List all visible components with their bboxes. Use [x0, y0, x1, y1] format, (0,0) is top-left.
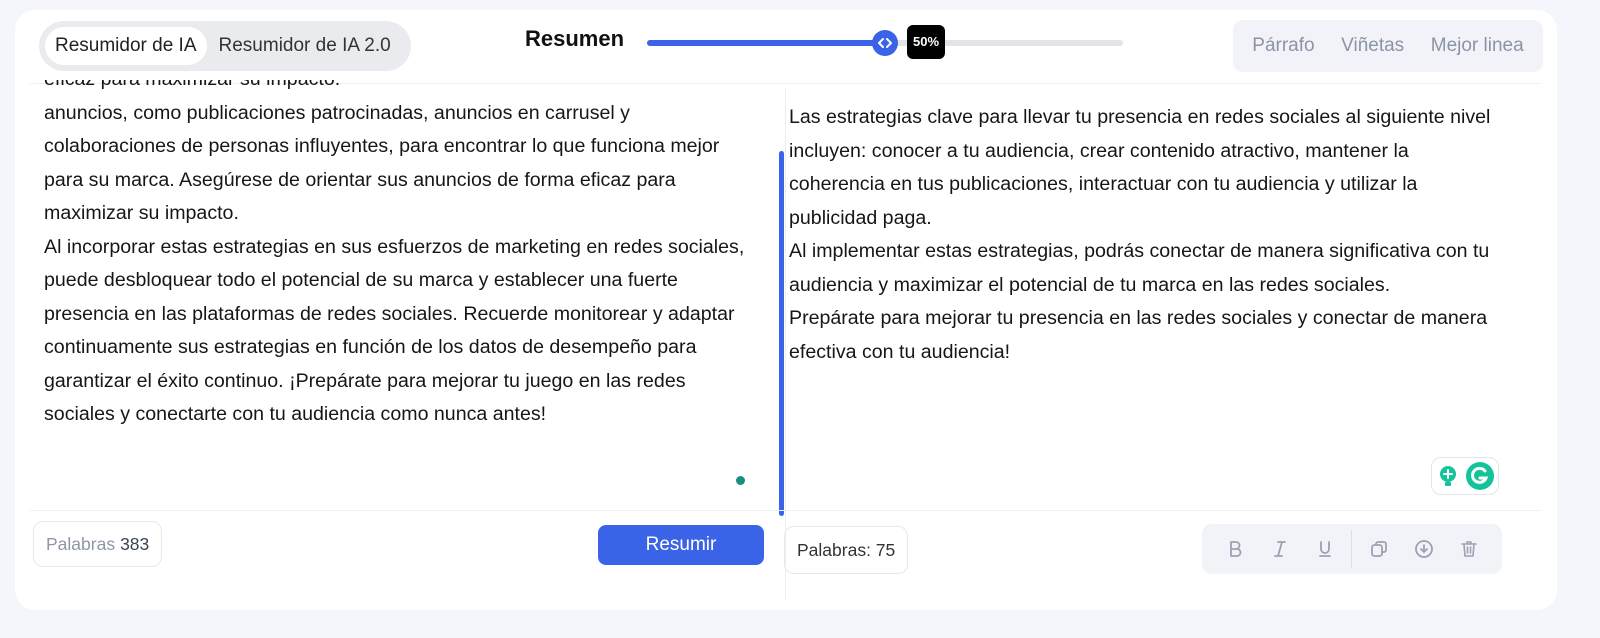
format-option-best-line[interactable]: Mejor linea — [1431, 35, 1524, 57]
download-icon[interactable] — [1401, 529, 1446, 569]
mode-option-ai-summarizer[interactable]: Resumidor de IA — [45, 27, 207, 65]
summary-paragraph: Al implementar estas estrategias, podrás… — [789, 240, 1490, 296]
summarize-button[interactable]: Resumir — [598, 525, 764, 565]
input-paragraph: eficaz para maximizar su impacto. — [44, 80, 758, 97]
grammarly-status-dot[interactable] — [736, 476, 745, 485]
lightbulb-icon[interactable] — [1435, 463, 1461, 489]
input-text-area[interactable]: eficaz para maximizar su impacto. anunci… — [44, 80, 758, 505]
word-count-value: 383 — [120, 533, 150, 554]
summary-paragraph: Las estrategias clave para llevar tu pre… — [789, 106, 1491, 229]
format-option-bullets[interactable]: Viñetas — [1341, 35, 1404, 57]
italic-icon[interactable] — [1257, 529, 1302, 569]
input-scrollbar[interactable] — [779, 151, 784, 516]
input-paragraph: anuncios, como publicaciones patrocinada… — [44, 101, 720, 225]
summary-paragraph: Prepárate para mejorar tu presencia en l… — [789, 307, 1488, 363]
delete-icon[interactable] — [1446, 529, 1491, 569]
pane-divider — [785, 88, 786, 600]
format-toggle: Párrafo Viñetas Mejor linea — [1233, 20, 1543, 72]
output-word-count: Palabras: 75 — [784, 526, 909, 574]
slider-value-tooltip: 50% — [907, 25, 946, 59]
footer-divider — [29, 510, 1541, 511]
grammarly-icon[interactable] — [1465, 461, 1495, 491]
summarizer-card: Resumidor de IA Resumidor de IA 2.0 Resu… — [15, 10, 1557, 610]
copy-icon[interactable] — [1356, 529, 1401, 569]
bold-icon[interactable] — [1212, 529, 1257, 569]
chevrons-left-right-icon — [878, 38, 892, 48]
summary-length-slider[interactable]: 50% — [647, 25, 1123, 59]
summary-length-label: Resumen — [525, 26, 625, 51]
output-toolbar — [1202, 524, 1502, 574]
underline-icon[interactable] — [1302, 529, 1347, 569]
grammarly-widget[interactable] — [1431, 457, 1499, 495]
mode-option-ai-summarizer-2[interactable]: Resumidor de IA 2.0 — [209, 27, 401, 65]
input-paragraph: Al incorporar estas estrategias en sus e… — [44, 235, 745, 426]
toolbar-separator — [1351, 530, 1352, 568]
input-word-count: Palabras 383 — [33, 521, 163, 567]
summary-output: Las estrategias clave para llevar tu pre… — [789, 101, 1509, 369]
mode-toggle: Resumidor de IA Resumidor de IA 2.0 — [39, 21, 411, 71]
slider-handle[interactable] — [872, 30, 898, 56]
format-option-paragraph[interactable]: Párrafo — [1252, 35, 1314, 57]
word-count-label: Palabras — [46, 533, 116, 554]
slider-fill — [647, 40, 885, 46]
